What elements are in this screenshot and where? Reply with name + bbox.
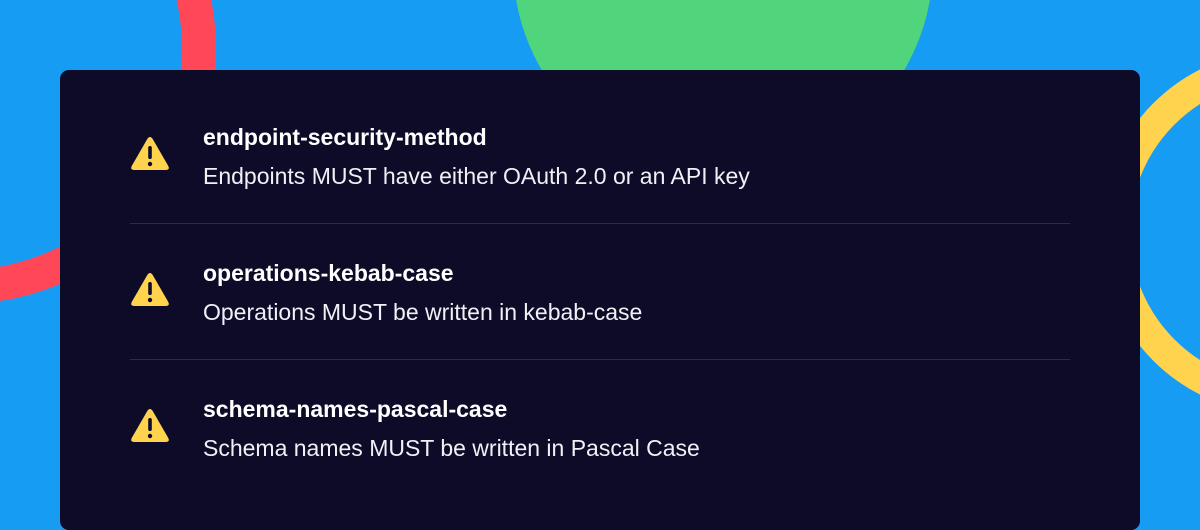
- warning-triangle-icon: [131, 273, 169, 306]
- lint-rule-item: operations-kebab-case Operations MUST be…: [130, 255, 1070, 355]
- rule-description: Endpoints MUST have either OAuth 2.0 or …: [203, 163, 750, 189]
- lint-rule-item: schema-names-pascal-case Schema names MU…: [130, 391, 1070, 491]
- rule-divider: [130, 359, 1070, 360]
- rule-description: Operations MUST be written in kebab-case: [203, 299, 643, 325]
- rule-divider: [130, 223, 1070, 224]
- rule-description: Schema names MUST be written in Pascal C…: [203, 435, 700, 461]
- warning-triangle-icon: [131, 409, 169, 442]
- rule-name: schema-names-pascal-case: [203, 396, 508, 422]
- warning-triangle-icon: [131, 137, 169, 170]
- lint-rule-item: endpoint-security-method Endpoints MUST …: [130, 119, 1070, 219]
- rule-name: operations-kebab-case: [203, 260, 454, 286]
- lint-results-panel: endpoint-security-method Endpoints MUST …: [60, 70, 1140, 530]
- rule-name: endpoint-security-method: [203, 124, 487, 150]
